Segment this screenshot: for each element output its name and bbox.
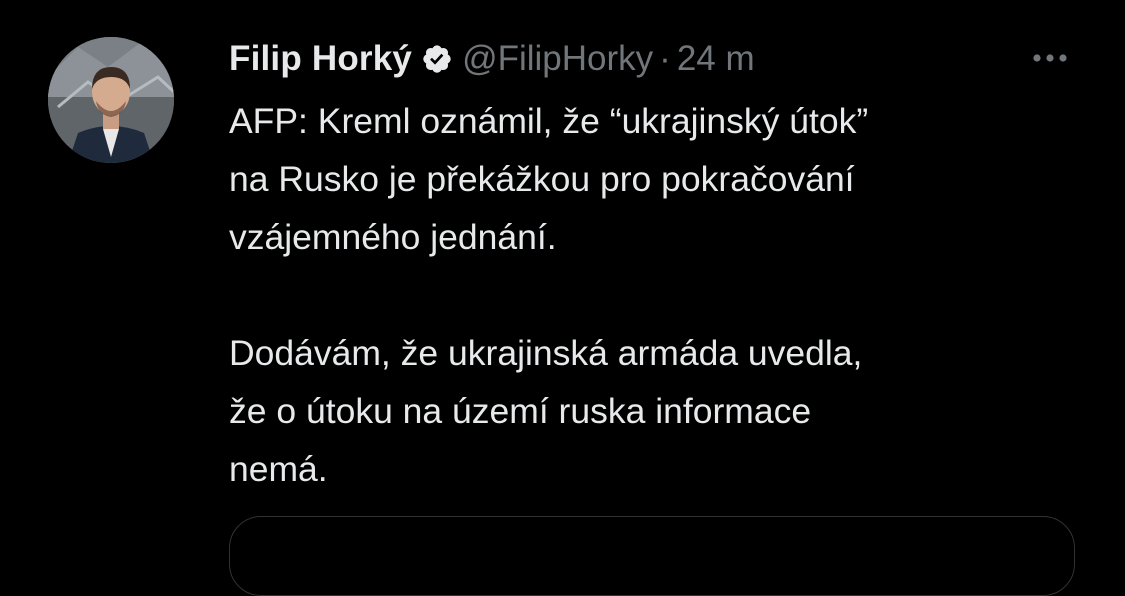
- verified-badge-icon: [421, 43, 453, 75]
- tweet-header: Filip Horký @FilipHorky · 24 m: [229, 34, 1079, 84]
- timestamp[interactable]: 24 m: [677, 39, 755, 79]
- tweet[interactable]: Filip Horký @FilipHorky · 24 m AFP: Krem…: [0, 0, 1125, 596]
- author-handle[interactable]: @FilipHorky: [462, 39, 653, 79]
- separator-dot: ·: [659, 39, 671, 78]
- tweet-content: Filip Horký @FilipHorky · 24 m AFP: Krem…: [229, 34, 1079, 498]
- tweet-text-line: Dodávám, že ukrajinská armáda uvedla,: [229, 333, 863, 373]
- paragraph-break: [229, 266, 1079, 324]
- tweet-text-line: vzájemného jednání.: [229, 217, 557, 257]
- tweet-text-line: nemá.: [229, 449, 328, 489]
- embedded-card[interactable]: [229, 516, 1075, 596]
- tweet-text-line: AFP: Kreml oznámil, že “ukrajinský útok”: [229, 101, 869, 141]
- tweet-text-line: na Rusko je překážkou pro pokračování: [229, 159, 855, 199]
- avatar-image: [48, 37, 174, 163]
- author-name[interactable]: Filip Horký: [229, 39, 412, 79]
- tweet-text-line: že o útoku na území ruska informace: [229, 391, 812, 431]
- more-options-icon[interactable]: [1028, 38, 1072, 78]
- tweet-text: AFP: Kreml oznámil, že “ukrajinský útok”…: [229, 92, 1079, 498]
- avatar[interactable]: [48, 37, 174, 163]
